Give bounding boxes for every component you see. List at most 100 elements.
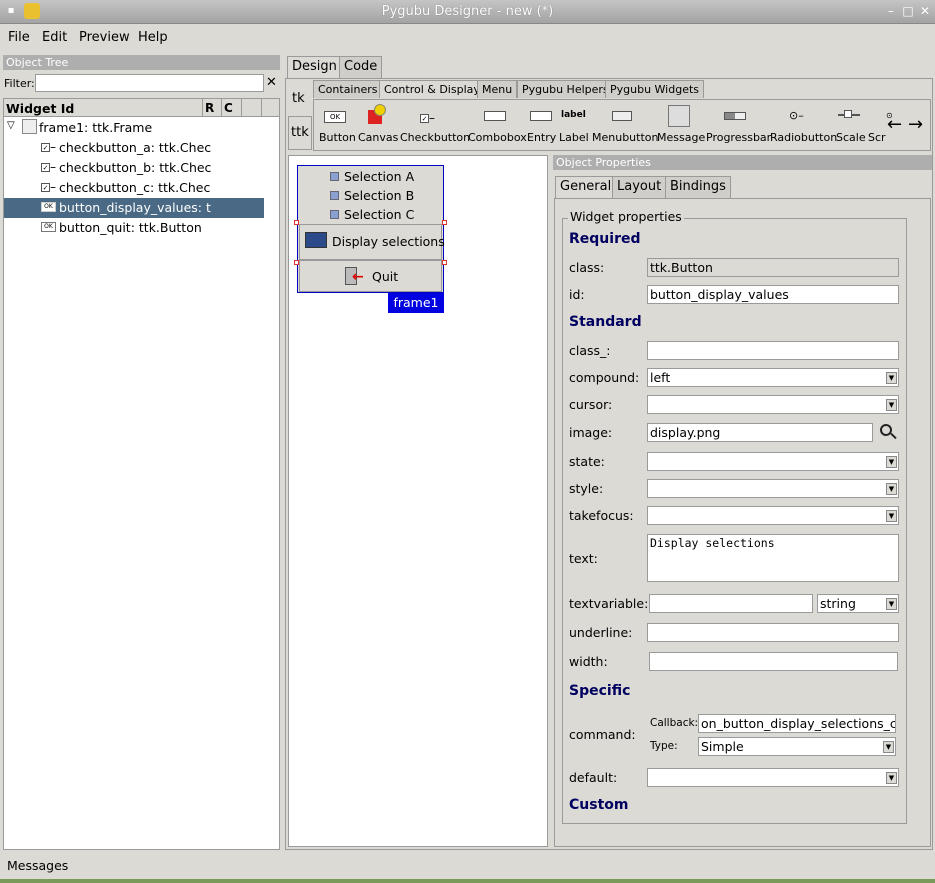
section-required: Required bbox=[569, 231, 641, 247]
tree-item[interactable]: ✓ – checkbutton_b: ttk.Chec bbox=[4, 158, 264, 178]
preview-check-b[interactable]: Selection B bbox=[330, 188, 414, 203]
takefocus-select[interactable]: ▼ bbox=[647, 506, 899, 525]
tab-code[interactable]: Code bbox=[339, 56, 383, 78]
menubutton-icon bbox=[612, 111, 632, 121]
tree-item-label: button_quit: ttk.Button bbox=[59, 220, 202, 235]
chevron-down-icon[interactable]: ▼ bbox=[886, 456, 897, 468]
default-select[interactable]: ▼ bbox=[647, 768, 899, 787]
chevron-down-icon[interactable]: ▼ bbox=[886, 598, 897, 610]
label-image: image: bbox=[569, 425, 613, 440]
tab-design[interactable]: Design bbox=[287, 56, 342, 78]
palette-button[interactable]: Button bbox=[319, 131, 356, 144]
button-icon: OK bbox=[41, 222, 56, 232]
chevron-down-icon[interactable]: ▼ bbox=[886, 483, 897, 495]
palette-label[interactable]: Label bbox=[559, 131, 589, 144]
object-tree: Widget Id R C ▽ frame1: ttk.Frame ✓ – che… bbox=[3, 98, 280, 850]
palette-canvas[interactable]: Canvas bbox=[358, 131, 398, 144]
button-icon: OK bbox=[41, 202, 56, 212]
close-icon[interactable]: ✕ bbox=[918, 4, 932, 18]
menu-bar: File Edit Preview Help bbox=[0, 25, 935, 51]
palette-message[interactable]: Message bbox=[657, 131, 705, 144]
tree-item[interactable]: ✓ – checkbutton_c: ttk.Chec bbox=[4, 178, 264, 198]
preview-frame[interactable]: Selection A Selection B Selection C Disp… bbox=[294, 165, 447, 293]
chevron-down-icon[interactable]: ▼ bbox=[886, 372, 897, 384]
col-c[interactable]: C bbox=[224, 101, 233, 115]
palette-progressbar[interactable]: Progressbar bbox=[706, 131, 771, 144]
preview-quit-button[interactable]: ← Quit bbox=[299, 260, 442, 292]
section-specific: Specific bbox=[569, 683, 631, 699]
label-icon: label bbox=[561, 110, 586, 120]
title-bar: ▪ Pygubu Designer - new (*) – □ ✕ bbox=[0, 0, 935, 24]
preview-display-button[interactable]: Display selections bbox=[299, 224, 445, 260]
label-width: width: bbox=[569, 654, 608, 669]
palette-scrollbar[interactable]: Scr bbox=[868, 131, 886, 144]
palette-scale[interactable]: Scale bbox=[836, 131, 866, 144]
chevron-down-icon[interactable]: ▼ bbox=[886, 399, 897, 411]
preview-check-a[interactable]: Selection A bbox=[330, 169, 414, 184]
image-field[interactable]: display.png bbox=[647, 423, 873, 442]
preview-check-c[interactable]: Selection C bbox=[330, 207, 414, 222]
menu-file[interactable]: File bbox=[8, 30, 30, 45]
object-tree-header: Object Tree bbox=[3, 55, 280, 70]
window-title: Pygubu Designer - new (*) bbox=[381, 4, 554, 19]
cursor-select[interactable]: ▼ bbox=[647, 395, 899, 414]
tree-item-label: checkbutton_a: ttk.Chec bbox=[59, 140, 212, 155]
tab-pygubu-widgets[interactable]: Pygubu Widgets bbox=[605, 80, 705, 98]
col-r[interactable]: R bbox=[205, 101, 214, 115]
menu-help[interactable]: Help bbox=[138, 30, 168, 45]
label-command: command: bbox=[569, 727, 636, 742]
tree-item-selected[interactable]: OK button_display_values: t bbox=[4, 198, 264, 218]
preview-quit-label: Quit bbox=[372, 269, 399, 284]
type-select[interactable]: Simple ▼ bbox=[698, 737, 896, 756]
label-style: style: bbox=[569, 481, 604, 496]
chevron-down-icon[interactable]: ▼ bbox=[886, 772, 897, 784]
chevron-down-icon[interactable]: ▼ bbox=[886, 510, 897, 522]
col-widget-id[interactable]: Widget Id bbox=[6, 101, 74, 116]
tree-item[interactable]: OK button_quit: ttk.Button bbox=[4, 218, 264, 238]
type-value: Simple bbox=[701, 739, 744, 754]
checkbutton-icon: ✓ – bbox=[41, 160, 56, 174]
collapse-icon[interactable]: ▽ bbox=[7, 120, 15, 131]
palette-checkbutton[interactable]: Checkbutton bbox=[400, 131, 470, 144]
label-compound: compound: bbox=[569, 370, 640, 385]
tab-containers[interactable]: Containers bbox=[313, 80, 383, 98]
tree-item[interactable]: ✓ – checkbutton_a: ttk.Chec bbox=[4, 138, 264, 158]
scroll-right-icon[interactable]: → bbox=[908, 114, 923, 135]
palette-menubutton[interactable]: Menubutton bbox=[592, 131, 658, 144]
checkbutton-icon: ✓ – bbox=[420, 111, 435, 125]
palette-entry[interactable]: Entry bbox=[527, 131, 556, 144]
tab-general[interactable]: General bbox=[555, 176, 617, 199]
menu-preview[interactable]: Preview bbox=[79, 30, 130, 45]
tab-menu[interactable]: Menu bbox=[477, 80, 518, 98]
palette-radiobutton[interactable]: Radiobutton bbox=[770, 131, 837, 144]
tab-bindings[interactable]: Bindings bbox=[665, 176, 731, 199]
tab-ttk[interactable]: ttk bbox=[288, 116, 312, 150]
menu-edit[interactable]: Edit bbox=[42, 30, 67, 45]
width-field[interactable] bbox=[649, 652, 898, 671]
tab-tk[interactable]: tk bbox=[292, 91, 305, 106]
filter-label: Filter: bbox=[4, 77, 35, 90]
tree-item[interactable]: ▽ frame1: ttk.Frame bbox=[4, 118, 264, 138]
textvariable-type-select[interactable]: string ▼ bbox=[817, 594, 899, 613]
chevron-down-icon[interactable]: ▼ bbox=[883, 741, 894, 753]
state-select[interactable]: ▼ bbox=[647, 452, 899, 471]
maximize-icon[interactable]: □ bbox=[901, 4, 915, 18]
palette-combobox[interactable]: Combobox bbox=[468, 131, 527, 144]
clear-filter-icon[interactable]: ✕ bbox=[266, 75, 277, 90]
messages-label: Messages bbox=[7, 858, 69, 873]
scroll-left-icon[interactable]: ← bbox=[887, 114, 902, 135]
filter-input[interactable] bbox=[35, 74, 264, 92]
tab-control-display[interactable]: Control & Display bbox=[379, 80, 485, 98]
compound-select[interactable]: left ▼ bbox=[647, 368, 899, 387]
underline-field[interactable] bbox=[647, 623, 899, 642]
text-field[interactable]: Display selections bbox=[647, 534, 899, 582]
style-select[interactable]: ▼ bbox=[647, 479, 899, 498]
id-field[interactable]: button_display_values bbox=[647, 285, 899, 304]
tab-pygubu-helpers[interactable]: Pygubu Helpers bbox=[517, 80, 614, 98]
frame-icon bbox=[22, 119, 37, 134]
callback-field[interactable]: on_button_display_selections_cli bbox=[698, 714, 896, 733]
textvariable-field[interactable] bbox=[649, 594, 813, 613]
tab-layout[interactable]: Layout bbox=[612, 176, 667, 199]
class_-field[interactable] bbox=[647, 341, 899, 360]
minimize-icon[interactable]: – bbox=[884, 4, 898, 18]
